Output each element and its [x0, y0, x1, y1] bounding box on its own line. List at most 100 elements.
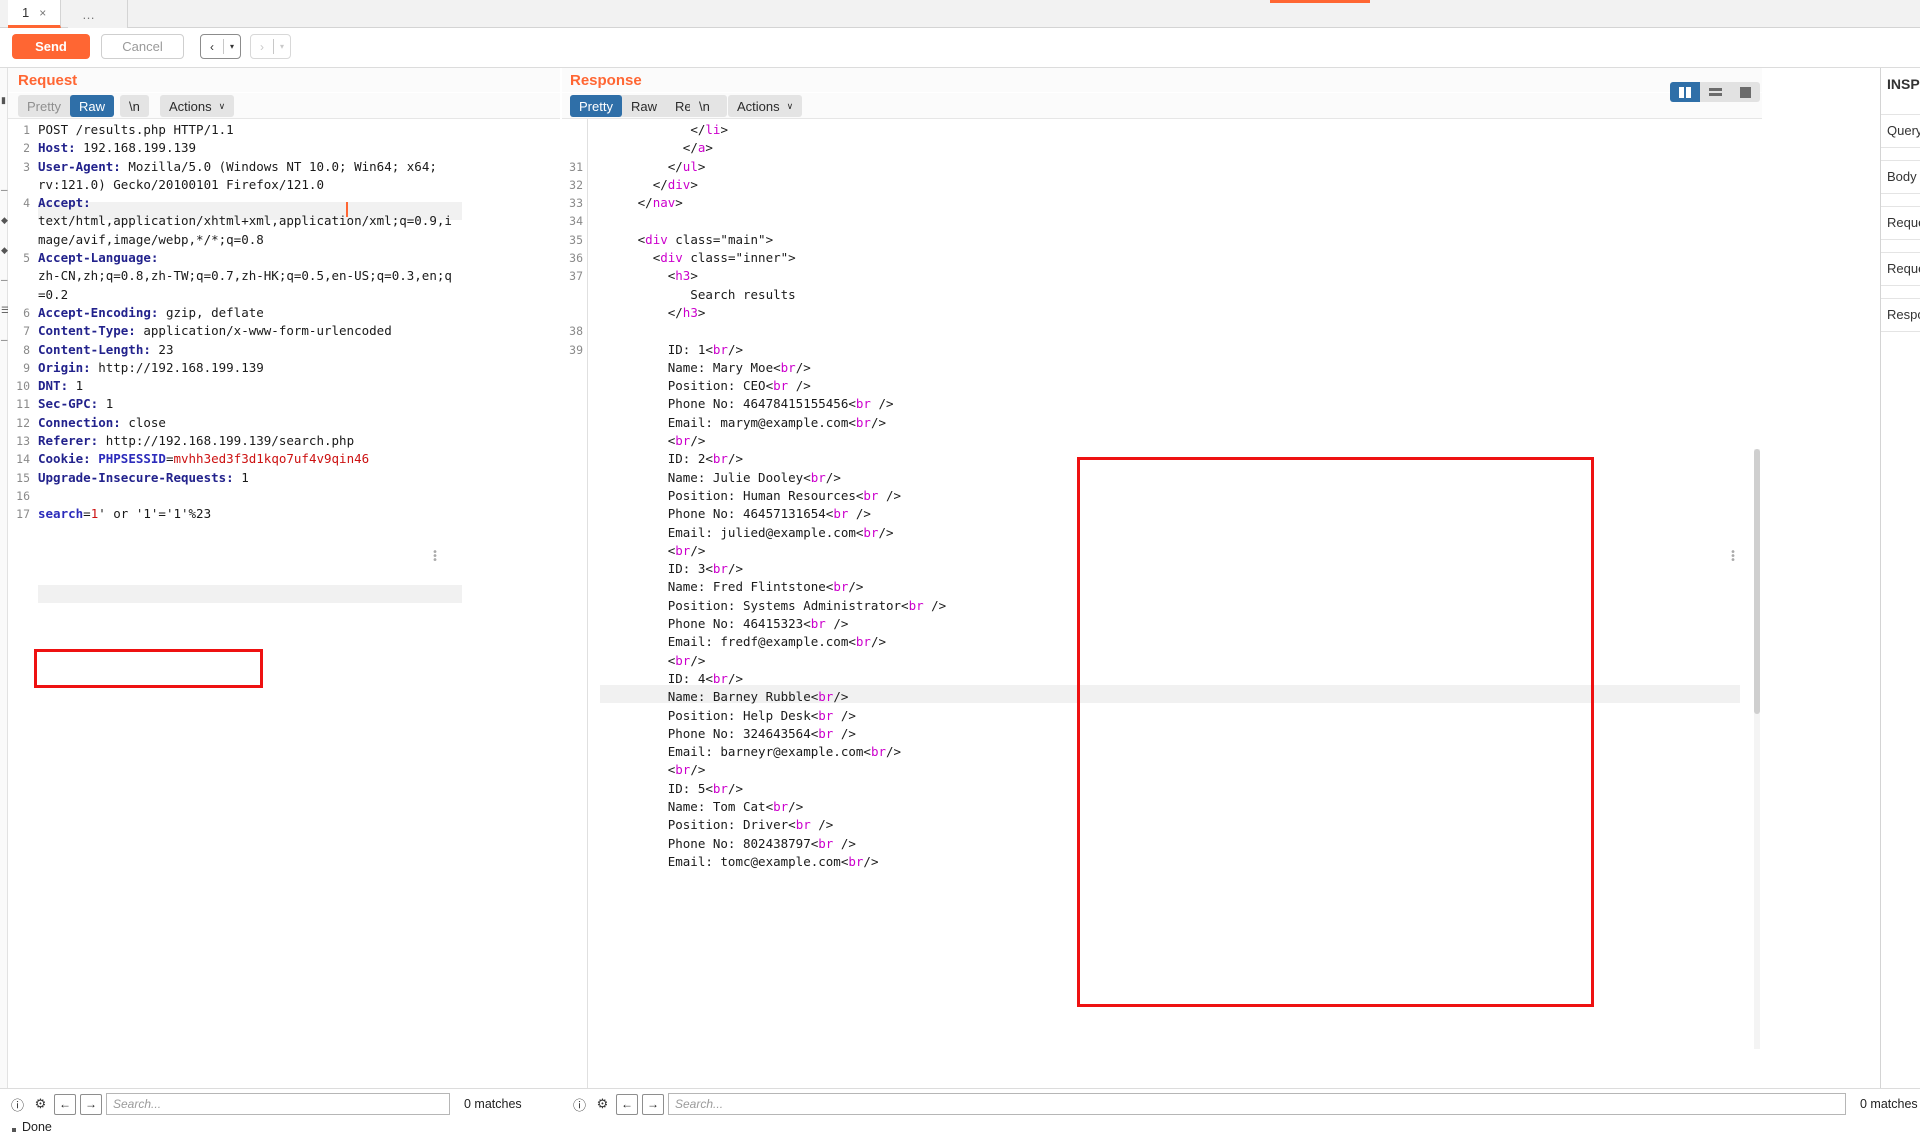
inspector-item-query-parameters[interactable]: Query Parameters — [1881, 114, 1920, 148]
line-number: 32 — [569, 177, 583, 192]
tab-newline[interactable]: \n — [690, 95, 719, 117]
edge-marker-icon: ▮ — [1, 95, 6, 105]
request-search-input[interactable] — [106, 1093, 450, 1115]
line-number: 10 — [16, 379, 30, 394]
request-code[interactable]: POST /results.php HTTP/1.1 Host: 192.168.… — [38, 119, 560, 524]
edge-marker-icon: ─ — [1, 335, 8, 345]
code-line: Referer: http://192.168.199.139/search.p… — [38, 433, 355, 449]
gear-icon[interactable]: ⚙ — [31, 1095, 50, 1114]
tab-newline[interactable]: \n — [120, 95, 149, 117]
tab-pretty[interactable]: Pretty — [18, 95, 70, 117]
request-editor[interactable]: 1 2 3 4 5 6 7 8 9 10 11 12 13 14 15 16 1… — [8, 119, 560, 1088]
response-match-count: 0 matches — [1860, 1097, 1918, 1111]
request-view-group[interactable]: Pretty Raw — [18, 95, 114, 117]
line-number: 35 — [569, 232, 583, 247]
code-line: <br/> — [667, 542, 706, 558]
response-search-input[interactable] — [668, 1093, 1846, 1115]
editor-row-highlight — [38, 585, 462, 603]
layout-two-columns-button[interactable] — [1670, 82, 1700, 102]
response-panel: Response Pretty Raw Render \n Actions ∨ … — [562, 68, 1762, 1088]
back-chevron-down-icon[interactable]: ▾ — [224, 35, 240, 58]
edge-marker-icon: ◆ — [1, 215, 8, 225]
request-title: Request — [18, 72, 78, 89]
code-line: Content-Length: 23 — [38, 341, 174, 357]
tab-pretty[interactable]: Pretty — [570, 95, 622, 117]
code-line: Host: 192.168.199.139 — [38, 140, 197, 156]
inspector-item-response-headers[interactable]: Response Headers — [1881, 298, 1920, 332]
status-text: Done — [22, 1120, 52, 1134]
drag-handle-dots[interactable]: • • • — [432, 548, 438, 566]
code-line: Email: julied@example.com<br/> — [600, 524, 894, 540]
code-line: <br/> — [667, 433, 706, 449]
code-line: Position: CEO<br /> — [600, 378, 811, 394]
inspector-title: INSPECTOR — [1887, 76, 1920, 92]
code-line: text/html,application/xhtml+xml,applicat… — [38, 213, 452, 229]
forward-arrow-icon[interactable]: › — [251, 35, 273, 58]
line-number: 31 — [569, 159, 583, 174]
response-editor[interactable]: 31 32 33 34 35 36 37 38 39 </li> </a> </… — [562, 119, 1762, 1088]
code-line: Phone No: 802438797<br /> — [600, 835, 856, 851]
response-code[interactable]: </li> </a> </ul> </div> </nav> <div clas… — [600, 119, 1762, 871]
line-number: 16 — [16, 488, 30, 503]
tab-raw[interactable]: Raw — [622, 95, 666, 117]
code-line: Phone No: 46415323<br /> — [600, 616, 849, 632]
line-number: 39 — [569, 342, 583, 357]
request-match-count: 0 matches — [464, 1097, 522, 1111]
find-next-button[interactable]: → — [80, 1093, 102, 1115]
line-number — [562, 139, 587, 157]
left-edge-strip: ▮ ─ ◆ ◆ ─ ☰ ─ — [0, 68, 9, 1088]
request-actions-button[interactable]: Actions ∨ — [160, 95, 235, 117]
response-actions-label: Actions — [737, 98, 780, 114]
layout-mode-buttons[interactable] — [1670, 82, 1760, 102]
repeater-tab-1[interactable]: 1 × — [8, 0, 62, 28]
code-line: ID: 3<br/> — [600, 561, 744, 577]
response-scrollbar-thumb[interactable] — [1754, 449, 1760, 714]
drag-handle-dots[interactable]: • • • — [1730, 548, 1736, 566]
line-number: 1 — [23, 123, 30, 137]
status-indicator-icon — [12, 1128, 16, 1132]
code-line: Email: marym@example.com<br/> — [600, 414, 887, 430]
line-number: 12 — [16, 415, 30, 430]
chevron-down-icon: ∨ — [218, 100, 226, 111]
find-previous-button[interactable]: ← — [54, 1093, 76, 1115]
request-panel: Request Pretty Raw \n Actions ∨ 1 2 3 4 — [8, 68, 560, 1088]
code-line: Phone No: 46478415155456<br /> — [600, 396, 894, 412]
send-button[interactable]: Send — [12, 34, 90, 59]
code-line: Position: Systems Administrator<br /> — [600, 597, 947, 613]
inspector-item-request-headers[interactable]: Request Headers — [1881, 252, 1920, 286]
response-actions-button[interactable]: Actions ∨ — [728, 95, 803, 117]
help-icon[interactable]: ⓘ — [570, 1095, 589, 1114]
edge-marker-icon: ─ — [1, 185, 8, 195]
help-icon[interactable]: ⓘ — [8, 1095, 27, 1114]
forward-chevron-down-icon[interactable]: ▾ — [274, 35, 290, 58]
back-nav-group[interactable]: ‹ ▾ — [200, 34, 241, 59]
find-next-button[interactable]: → — [642, 1093, 664, 1115]
cancel-button[interactable]: Cancel — [101, 34, 184, 59]
back-arrow-icon[interactable]: ‹ — [201, 35, 223, 58]
line-number: 37 — [569, 269, 583, 284]
chevron-down-icon: ∨ — [786, 100, 794, 111]
find-previous-button[interactable]: ← — [616, 1093, 638, 1115]
tab-raw[interactable]: Raw — [69, 95, 114, 117]
code-line: <div class="inner"> — [652, 250, 796, 266]
inspector-item-request-cookies[interactable]: Request Cookies — [1881, 206, 1920, 240]
close-icon[interactable]: × — [39, 6, 46, 20]
forward-nav-group[interactable]: › ▾ — [250, 34, 291, 59]
two-rows-icon — [1708, 88, 1722, 96]
code-line: <br/> — [667, 652, 706, 668]
layout-two-rows-button[interactable] — [1700, 82, 1730, 102]
repeater-tab-more[interactable]: … — [68, 0, 128, 28]
code-line: </li> — [690, 122, 728, 137]
layout-single-pane-button[interactable] — [1730, 82, 1760, 102]
gear-icon[interactable]: ⚙ — [593, 1095, 612, 1114]
code-line: POST /results.php HTTP/1.1 — [38, 122, 234, 137]
response-line-numbers: 31 32 33 34 35 36 37 38 39 — [562, 119, 588, 1088]
code-line: Upgrade-Insecure-Requests: 1 — [38, 469, 249, 485]
code-line: =0.2 — [38, 286, 69, 302]
response-panel-header: Response — [562, 68, 1762, 93]
inspector-item-body-parameters[interactable]: Body Parameters — [1881, 160, 1920, 194]
code-line: Search results — [600, 286, 796, 302]
code-line: </div> — [652, 176, 698, 192]
